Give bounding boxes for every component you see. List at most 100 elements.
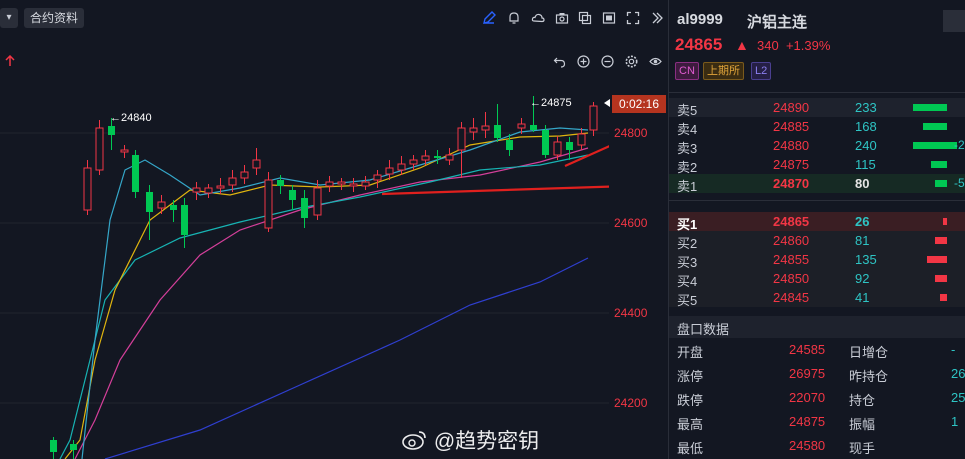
candle-body: [577, 133, 586, 146]
candle-body: [457, 127, 466, 151]
panel-tab-stub[interactable]: [943, 10, 965, 32]
stat-label: 跌停: [677, 393, 704, 408]
candle-body: [313, 187, 322, 216]
ask-volume-bar: [923, 123, 947, 130]
stat-label: 开盘: [677, 345, 704, 360]
watermark-text: @趋势密钥: [433, 430, 540, 453]
up-arrow-icon: ▲: [735, 37, 749, 53]
bid-price: 24845: [773, 290, 810, 305]
ask-price: 24875: [773, 157, 810, 172]
stat-label: 最高: [677, 417, 704, 432]
ask-price: 24885: [773, 119, 810, 134]
eye-icon[interactable]: [649, 55, 662, 68]
ma-line-cyan: [59, 154, 589, 459]
candle-body: [445, 154, 454, 161]
ask-delta: -5: [954, 176, 965, 190]
candle-body: [50, 440, 57, 452]
tag-cn: CN: [675, 62, 699, 80]
candle-body: [506, 140, 513, 150]
ask-volume: 115: [855, 157, 876, 172]
ask-price: 24880: [773, 138, 810, 153]
candle-body: [204, 187, 213, 194]
candle-body: [146, 192, 153, 212]
price-tick: 24400: [614, 306, 648, 320]
bid-volume-bar: [943, 218, 947, 225]
price-tick: 24800: [614, 126, 648, 140]
candle-body: [589, 105, 598, 131]
bid-row[interactable]: 买3 24855 135: [669, 250, 965, 270]
divider: [669, 200, 965, 201]
candle-body: [421, 155, 430, 161]
bid-row[interactable]: 买5 24845 41: [669, 288, 965, 308]
ask-volume: 240: [855, 138, 877, 153]
ask-row[interactable]: 卖4 24885 168: [669, 117, 965, 137]
symbol-code[interactable]: al9999: [677, 11, 723, 28]
bid-volume-bar: [935, 275, 947, 282]
bid-volume: 92: [855, 271, 870, 286]
tag-exchange: 上期所: [703, 62, 744, 80]
candle-body: [409, 159, 418, 165]
symbol-name: 沪铝主连: [747, 14, 808, 31]
candle-body: [542, 130, 549, 155]
high-marker-right: ←24875: [530, 97, 572, 109]
ask-volume: 168: [855, 119, 877, 134]
bid-volume: 81: [855, 233, 870, 248]
watermark: @趋势密钥: [402, 425, 539, 455]
stat-value: 24875: [789, 414, 826, 429]
bid-volume: 26: [855, 214, 870, 229]
candle-body: [240, 171, 249, 179]
stat-value: 1: [951, 414, 959, 429]
collapse-icon[interactable]: [650, 11, 664, 25]
candle-body: [289, 190, 296, 200]
ask-volume-bar: [931, 161, 947, 168]
candle-body: [494, 125, 501, 138]
stat-label: 昨持仓: [849, 369, 889, 384]
ma-line-teal: [81, 127, 589, 459]
stat-value: 25: [951, 390, 965, 405]
stat-label: 最低: [677, 441, 704, 456]
ask-price: 24890: [773, 100, 810, 115]
chart-area[interactable]: ▾ 合约资料 ←24840 ←24875 0:02:16 24800 24600…: [0, 0, 668, 459]
quote-panel: al9999 沪铝主连 24865 ▲ 340 +1.39% CN 上期所 L2…: [668, 0, 965, 459]
stat-label: 涨停: [677, 369, 704, 384]
price-tick: 24200: [614, 396, 648, 410]
divider: [669, 92, 965, 93]
market-data-header: 盘口数据: [669, 316, 965, 338]
candle-body: [469, 127, 478, 133]
candle-body: [108, 126, 115, 135]
bid-price: 24855: [773, 252, 810, 267]
candle-body: [337, 181, 346, 185]
ask-row[interactable]: 卖1 24870 80 -5: [669, 174, 965, 194]
bid-price: 24850: [773, 271, 810, 286]
ask-label: 卖1: [677, 179, 698, 194]
ask-row[interactable]: 卖3 24880 240 -2: [669, 136, 965, 156]
ask-row[interactable]: 卖5 24890 233: [669, 98, 965, 118]
fullscreen-icon[interactable]: [626, 11, 640, 25]
stat-value: 22070: [789, 390, 826, 405]
candle-body: [181, 205, 188, 235]
candle-body: [192, 187, 201, 193]
candle-body: [70, 444, 77, 450]
candle-body: [349, 183, 358, 187]
candle-body: [95, 127, 104, 171]
ask-row[interactable]: 卖2 24875 115: [669, 155, 965, 175]
tag-level2: L2: [751, 62, 772, 80]
ask-price: 24870: [773, 176, 810, 191]
settings-icon[interactable]: [625, 55, 638, 68]
candlestick-plot[interactable]: ←24840 ←24875: [0, 0, 609, 459]
candle-body: [553, 141, 562, 156]
candles: [50, 96, 598, 459]
candle-body: [83, 167, 92, 211]
ask-volume-bar: [935, 180, 947, 187]
candle-body: [397, 163, 406, 171]
bid-volume-bar: [940, 294, 947, 301]
bid-row[interactable]: 买4 24850 92: [669, 269, 965, 289]
bid-row[interactable]: 买1 24865 26: [669, 212, 965, 232]
stat-value: 26975: [789, 366, 826, 381]
candle-body: [264, 179, 273, 229]
bid-volume-bar: [935, 237, 947, 244]
stat-label: 现手: [849, 441, 876, 456]
bid-row[interactable]: 买2 24860 81: [669, 231, 965, 251]
stat-value: 26: [951, 366, 965, 381]
price-change: 340 +1.39%: [757, 38, 831, 53]
